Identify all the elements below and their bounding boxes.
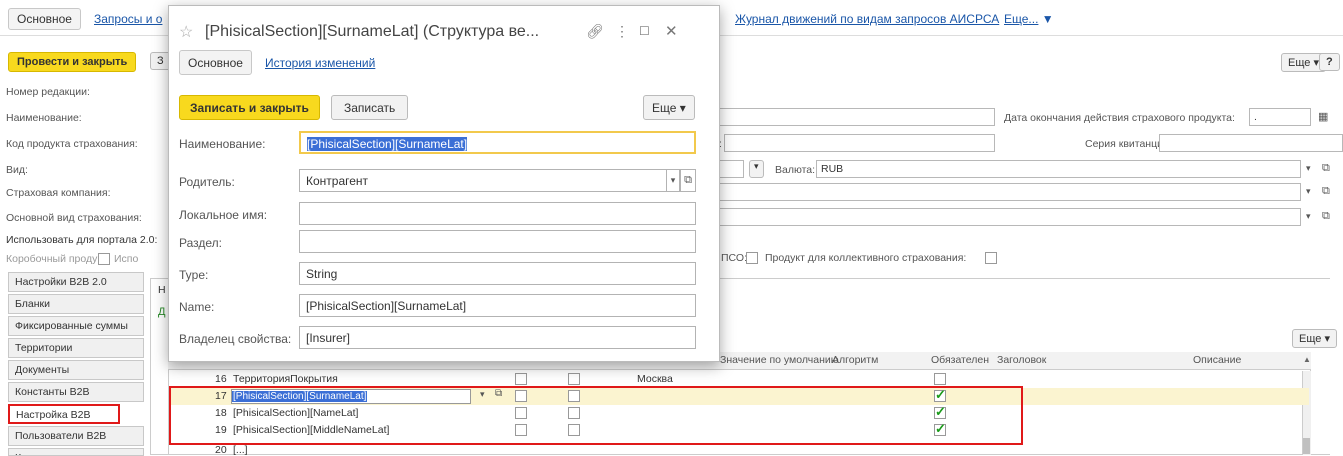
main-kind-dropdown-icon[interactable]: ▾ [1306,211,1311,222]
collective-checkbox[interactable] [985,252,997,264]
panel-tab-h[interactable]: Н [158,284,166,296]
field-label-local-name: Локальное имя: [179,208,268,222]
save-close-button[interactable]: Записать и закрыть [179,95,320,120]
field-name-en-input[interactable]: [PhisicalSection][SurnameLat] [299,294,696,317]
dialog-more-button[interactable]: Еще ▾ [643,95,695,120]
sidetab-fixed-sums[interactable]: Фиксированные суммы [8,316,144,336]
row-name: ТерриторияПокрытия [233,373,338,385]
pso-label: ПСО: [721,252,747,264]
pso-checkbox[interactable] [746,252,758,264]
row-number: 16 [215,373,227,385]
field-type-input[interactable]: String [299,262,696,285]
use-short-label: Испо [114,253,139,265]
field-label-section: Раздел: [179,236,222,250]
collective-label: Продукт для коллективного страхования: [765,252,967,264]
post-close-button[interactable]: Провести и закрыть [8,52,137,72]
highlight-rows-frame [169,386,1023,445]
sidetab-territories[interactable]: Территории [8,338,144,358]
col-algorithm: Алгоритм [832,354,879,366]
sidetab-users[interactable]: Пользователи B2B [8,426,144,446]
field-name-input[interactable]: [PhisicalSection][SurnameLat] [299,131,696,154]
row-required-checkbox[interactable] [934,373,946,385]
name-label: Наименование: [6,112,82,124]
grid-more-button[interactable]: Еще ▾ [1292,329,1337,348]
chevron-down-icon: ▼ [1041,12,1054,26]
field-owner-input[interactable]: [Insurer] [299,326,696,349]
field-parent-input[interactable]: Контрагент [299,169,667,192]
receipt-series-input[interactable] [1159,134,1343,152]
link-icon[interactable]: 🔗︎ [586,23,604,40]
star-icon[interactable]: ☆ [179,22,193,42]
boxed-product-checkbox[interactable] [98,253,110,265]
row-checkbox-a[interactable] [515,373,527,385]
field-local-name-input[interactable] [299,202,696,225]
sidetab-constants[interactable]: Константы B2B [8,382,144,402]
col-required: Обязателен [931,354,990,366]
dialog-tab-history[interactable]: История изменений [265,56,375,70]
insurer-input[interactable] [719,183,1301,201]
tab-main[interactable]: Основное [8,8,81,30]
property-dialog: ☆ [PhisicalSection][SurnameLat] (Структу… [168,5,720,362]
link-requests[interactable]: Запросы и о [94,12,162,26]
panel-link[interactable]: Д [158,306,165,318]
field-label-name: Наименование: [179,137,266,151]
use-portal-label: Использовать для портала 2.0: [6,234,158,246]
end-date-input[interactable]: . [1249,108,1311,126]
save-button[interactable]: Записать [331,95,409,120]
sidetab-documents[interactable]: Документы [8,360,144,380]
sidetab-blanks[interactable]: Бланки [8,294,144,314]
kind-dropdown-button[interactable]: ▾ [749,160,764,178]
row-checkbox-b[interactable] [568,373,580,385]
dialog-tab-main[interactable]: Основное [179,50,252,75]
end-date-label: Дата окончания действия страхового проду… [1004,112,1235,124]
col-default: Значение по умолчанию [720,354,839,366]
field-name-selected-text: [PhisicalSection][SurnameLat] [307,137,468,151]
help-button[interactable]: ? [1319,53,1340,71]
row-name: [...] [233,444,248,455]
insurer-label: Страховая компания: [6,187,111,199]
more-label: Еще [1288,57,1311,69]
main-kind-open-icon[interactable]: ⧉ [1322,210,1330,223]
kind-input[interactable] [719,160,744,178]
col-header: Заголовок [997,354,1047,366]
dialog-more-label: Еще [652,101,677,115]
row-default: Москва [637,373,673,385]
col-description: Описание [1193,354,1242,366]
more-link[interactable]: Еще... [1004,12,1038,26]
close-icon[interactable]: ✕ [665,22,678,40]
field-label-name-en: Name: [179,300,215,314]
product-code-label: Код продукта страхования: [6,138,138,150]
dialog-title: [PhisicalSection][SurnameLat] (Структура… [205,23,540,40]
currency-label: Валюта: [775,164,816,176]
scroll-up-icon[interactable]: ▲ [1303,355,1311,364]
field-section-input[interactable] [299,230,696,253]
main-kind-input[interactable] [719,208,1301,226]
boxed-product-label: Коробочный продукт: [6,253,110,265]
sidetab-b2b-settings[interactable]: Настройки B2B 2.0 [8,272,144,292]
currency-input[interactable]: RUB [816,160,1301,178]
grid-more-label: Еще [1299,333,1322,345]
maximize-icon[interactable]: ☐ [639,24,650,38]
row-number: 20 [215,444,227,455]
kind-label: Вид: [6,164,28,176]
main-kind-label: Основной вид страхования: [6,212,142,224]
field-label-owner: Владелец свойства: [179,332,292,346]
product-code-input[interactable] [724,134,995,152]
insurer-dropdown-icon[interactable]: ▾ [1306,186,1311,197]
field-label-type: Type: [179,268,209,282]
edition-label: Номер редакции: [6,86,90,98]
name-input[interactable] [719,108,995,126]
link-movements-journal[interactable]: Журнал движений по видам запросов АИСРСА [735,12,999,26]
field-label-parent: Родитель: [179,175,235,189]
more-menu[interactable]: Еще... ▼ [1004,12,1054,26]
insurer-open-icon[interactable]: ⧉ [1322,185,1330,198]
parent-open-icon[interactable]: ⧉ [680,169,696,192]
parent-dropdown-icon[interactable]: ▾ [666,169,680,192]
open-icon[interactable]: ⧉ [1322,162,1330,175]
sidetab-b2b-setup[interactable]: Настройка B2B [8,404,120,424]
currency-dropdown-icon[interactable]: ▾ [1306,163,1311,174]
calendar-icon[interactable]: ▦ [1318,110,1328,123]
menu-icon[interactable]: ⋮ [615,23,629,40]
